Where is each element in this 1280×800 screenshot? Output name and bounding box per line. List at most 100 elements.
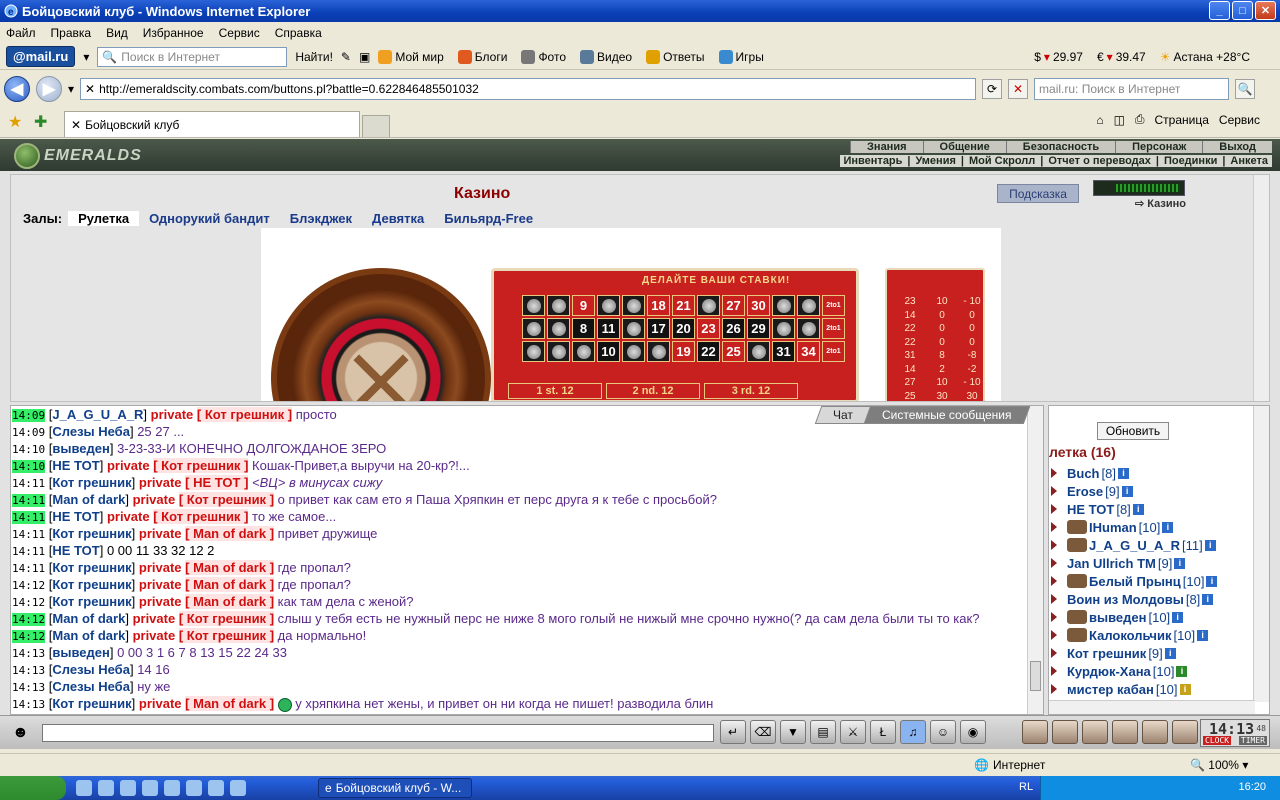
- number-cell[interactable]: 18: [647, 295, 670, 316]
- number-cell[interactable]: 23: [697, 318, 720, 339]
- number-cell[interactable]: 10: [597, 341, 620, 362]
- message-author[interactable]: выведен: [52, 645, 109, 660]
- mailru-link-0[interactable]: Мой мир: [378, 49, 444, 64]
- message-time[interactable]: 14:13: [12, 647, 45, 660]
- bet-chip[interactable]: [522, 318, 545, 339]
- refresh-icon[interactable]: ⟳: [982, 79, 1003, 99]
- filter-icon[interactable]: ▼: [780, 720, 806, 744]
- number-cell[interactable]: 22: [697, 341, 720, 362]
- message-author[interactable]: Кот грешник: [52, 594, 131, 609]
- pen-icon[interactable]: ✎: [341, 50, 351, 64]
- user-name[interactable]: J_A_G_U_A_R: [1089, 538, 1180, 553]
- column-bet[interactable]: 2to1: [822, 341, 845, 362]
- site-subnav-3[interactable]: Отчет о переводах: [1044, 155, 1155, 167]
- tab-fight-club[interactable]: ✕ Бойцовский клуб: [64, 111, 360, 137]
- number-cell[interactable]: 19: [672, 341, 695, 362]
- number-cell[interactable]: 34: [797, 341, 820, 362]
- user-name[interactable]: Buch: [1067, 466, 1100, 481]
- user-name[interactable]: НЕ ТОТ: [1067, 502, 1114, 517]
- number-cell[interactable]: 31: [772, 341, 795, 362]
- info-icon[interactable]: i: [1117, 467, 1129, 479]
- expand-arrow-icon[interactable]: [1051, 522, 1057, 532]
- url-field[interactable]: ✕ http://emeraldscity.combats.com/button…: [80, 78, 977, 100]
- message-time[interactable]: 14:11: [12, 528, 45, 541]
- private-recipient[interactable]: Кот грешник: [161, 509, 240, 524]
- info-icon[interactable]: i: [1179, 683, 1191, 695]
- find-button[interactable]: Найти!: [295, 50, 333, 64]
- private-recipient[interactable]: Кот грешник: [187, 611, 266, 626]
- info-icon[interactable]: i: [1162, 521, 1174, 533]
- start-button[interactable]: [0, 776, 66, 800]
- user-list-item[interactable]: Курдюк-Хана [10] i: [1051, 662, 1251, 680]
- message-author[interactable]: J_A_G_U_A_R: [52, 407, 143, 422]
- user-list-item[interactable]: выведен [10] i: [1051, 608, 1251, 626]
- bet-chip[interactable]: [622, 341, 645, 362]
- message-time[interactable]: 14:12: [12, 630, 46, 643]
- message-time[interactable]: 14:13: [12, 698, 45, 711]
- expand-arrow-icon[interactable]: [1051, 468, 1057, 478]
- number-cell[interactable]: 20: [672, 318, 695, 339]
- number-cell[interactable]: 30: [747, 295, 770, 316]
- expand-arrow-icon[interactable]: [1051, 576, 1057, 586]
- column-bet[interactable]: 2to1: [822, 318, 845, 339]
- menu-item-5[interactable]: Справка: [275, 26, 322, 40]
- expand-arrow-icon[interactable]: [1051, 540, 1057, 550]
- user-list-item[interactable]: Buch [8] i: [1051, 464, 1251, 482]
- message-time[interactable]: 14:10: [12, 443, 45, 456]
- user-name[interactable]: Калокольчик: [1089, 628, 1171, 643]
- message-author[interactable]: Man of dark: [52, 492, 125, 507]
- expand-arrow-icon[interactable]: [1051, 630, 1057, 640]
- hint-button[interactable]: Подсказка: [997, 184, 1079, 203]
- expand-arrow-icon[interactable]: [1051, 504, 1057, 514]
- menu-item-4[interactable]: Сервис: [219, 26, 260, 40]
- info-icon[interactable]: i: [1174, 557, 1186, 569]
- bet-chip[interactable]: [547, 318, 570, 339]
- user-name[interactable]: Кот грешник: [1067, 646, 1146, 661]
- info-icon[interactable]: i: [1164, 647, 1176, 659]
- bet-chip[interactable]: [647, 341, 670, 362]
- expand-arrow-icon[interactable]: [1051, 558, 1057, 568]
- private-recipient[interactable]: Man of dark: [193, 560, 266, 575]
- message-time[interactable]: 14:11: [12, 494, 46, 507]
- private-recipient[interactable]: Кот грешник: [161, 458, 240, 473]
- info-icon[interactable]: i: [1202, 593, 1214, 605]
- site-nav-2[interactable]: Безопасность: [1005, 141, 1116, 153]
- mailru-search-input[interactable]: 🔍 Поиск в Интернет: [97, 46, 288, 67]
- info-icon[interactable]: i: [1132, 503, 1144, 515]
- zoom-control[interactable]: 🔍 100% ▾: [1190, 758, 1248, 772]
- site-subnav-5[interactable]: Анкета: [1226, 155, 1272, 167]
- number-cell[interactable]: 8: [572, 318, 595, 339]
- chat-mode-icon[interactable]: ☻: [12, 724, 29, 742]
- menu-item-1[interactable]: Правка: [51, 26, 92, 40]
- bet-chip[interactable]: [747, 341, 770, 362]
- message-author[interactable]: Man of dark: [52, 611, 125, 626]
- bet-chip[interactable]: [772, 295, 795, 316]
- mailru-link-4[interactable]: Ответы: [646, 49, 705, 64]
- site-nav-1[interactable]: Общение: [922, 141, 1006, 153]
- private-tag[interactable]: private [ Кот грешник ]: [107, 458, 249, 473]
- private-recipient[interactable]: Кот грешник: [205, 407, 284, 422]
- chevron-down-icon[interactable]: ▾: [83, 50, 89, 64]
- search-icon[interactable]: 🔍: [1235, 79, 1256, 99]
- private-recipient[interactable]: Man of dark: [193, 594, 266, 609]
- private-recipient[interactable]: НЕ ТОТ: [193, 475, 240, 490]
- expand-arrow-icon[interactable]: [1051, 648, 1057, 658]
- private-tag[interactable]: private [ Кот грешник ]: [133, 492, 275, 507]
- minimize-button[interactable]: _: [1209, 1, 1230, 20]
- bet-chip[interactable]: [572, 341, 595, 362]
- save-icon[interactable]: ▤: [810, 720, 836, 744]
- message-time[interactable]: 14:09: [12, 409, 46, 422]
- message-author[interactable]: Слезы Неба: [52, 424, 130, 439]
- bet-chip[interactable]: [522, 295, 545, 316]
- print-icon[interactable]: ⎙: [1135, 112, 1145, 127]
- stop-icon[interactable]: ✕: [1008, 79, 1029, 99]
- number-cell[interactable]: 26: [722, 318, 745, 339]
- site-nav-0[interactable]: Знания: [850, 141, 923, 153]
- site-subnav-4[interactable]: Поединки: [1159, 155, 1222, 167]
- send-icon[interactable]: ↵: [720, 720, 746, 744]
- mailru-link-2[interactable]: Фото: [521, 49, 566, 64]
- sound-icon[interactable]: ♫: [900, 720, 926, 744]
- bottle-icon[interactable]: [1022, 720, 1048, 744]
- add-favorites-icon[interactable]: ✚: [34, 112, 47, 132]
- number-cell[interactable]: 25: [722, 341, 745, 362]
